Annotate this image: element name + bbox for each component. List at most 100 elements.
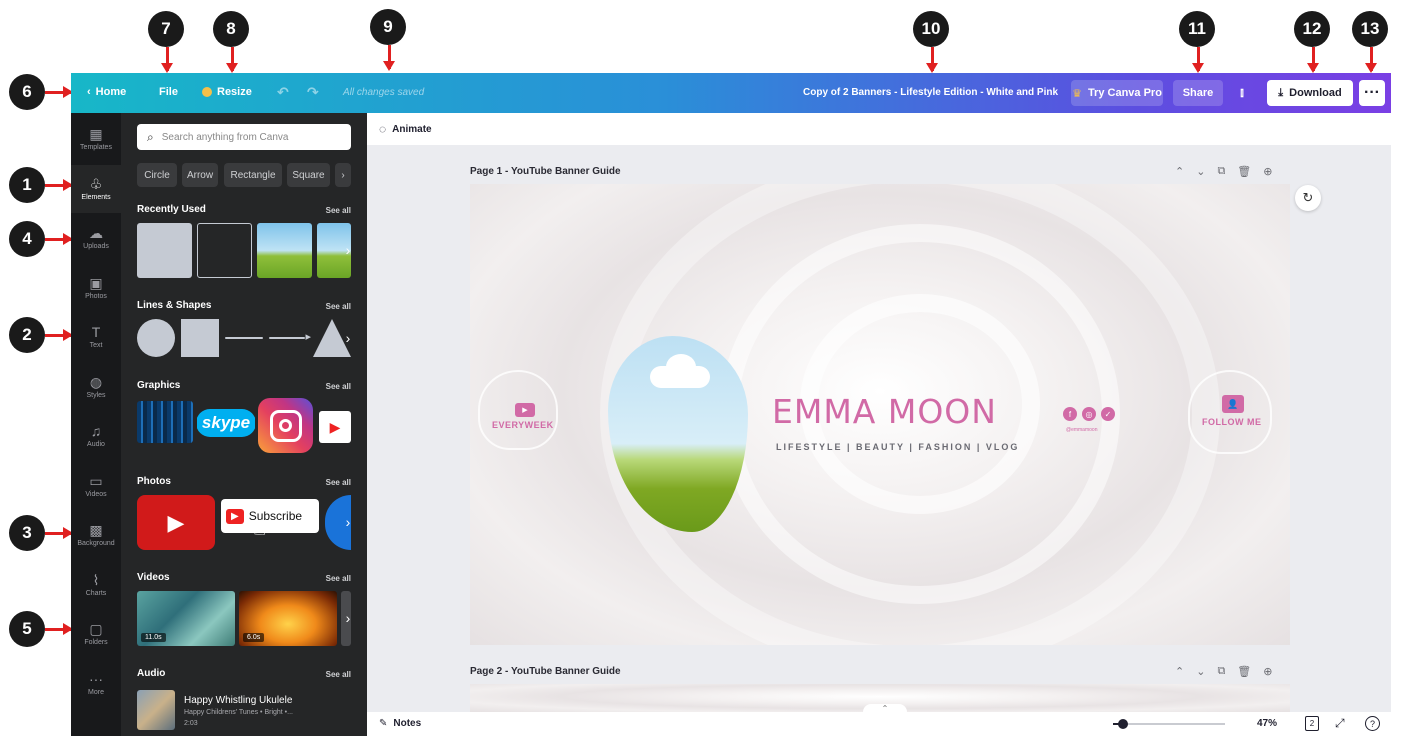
- move-up-icon[interactable]: ⌃: [1175, 165, 1184, 178]
- rail-item-elements[interactable]: ♧ Elements: [71, 164, 121, 213]
- try-canva-pro-button[interactable]: ♛ Try Canva Pro: [1071, 80, 1163, 106]
- page-1-canvas[interactable]: ▶ EVERYWEEK EMMA MOON LIFESTYLE | BEAUTY…: [470, 184, 1290, 645]
- page-1-title[interactable]: Page 1 - YouTube Banner Guide: [470, 166, 621, 177]
- arrowhead-icon: ▸: [305, 331, 311, 343]
- animate-button[interactable]: ◌ Animate: [379, 122, 432, 136]
- rail-item-styles[interactable]: ◍ Styles: [71, 363, 121, 411]
- move-down-icon[interactable]: ⌄: [1196, 665, 1205, 678]
- zoom-slider[interactable]: [1113, 719, 1225, 729]
- add-page-icon[interactable]: ⊕: [1263, 165, 1272, 178]
- see-all-lines-shapes[interactable]: See all: [326, 302, 351, 311]
- rail-item-label: Folders: [84, 639, 108, 646]
- charts-icon: ⌇: [92, 571, 100, 588]
- chips-next-button[interactable]: ›: [335, 163, 351, 187]
- banner-tagline[interactable]: LIFESTYLE | BEAUTY | FASHION | VLOG: [776, 442, 1019, 452]
- see-all-graphics[interactable]: See all: [326, 382, 351, 391]
- page-count-button[interactable]: 2: [1305, 716, 1319, 731]
- banner-name[interactable]: EMMA MOON: [772, 392, 997, 431]
- add-page-icon[interactable]: ⊕: [1263, 665, 1272, 678]
- undo-button[interactable]: ↶: [277, 84, 289, 101]
- duplicate-page-icon[interactable]: ⧉: [1217, 165, 1225, 178]
- search-input[interactable]: ⌕ Search anything from Canva: [137, 124, 351, 150]
- chip-square[interactable]: Square: [287, 163, 330, 187]
- rail-item-text[interactable]: T Text: [71, 313, 121, 361]
- refresh-design-button[interactable]: ↻: [1295, 185, 1321, 211]
- photo-subscribe-button[interactable]: ▶ Subscribe: [221, 499, 319, 533]
- section-graphics: Graphics: [137, 380, 181, 391]
- rail-item-audio[interactable]: ♫ Audio: [71, 412, 121, 460]
- section-lines-shapes: Lines & Shapes: [137, 300, 212, 311]
- download-button[interactable]: ⤓ Download: [1267, 80, 1353, 106]
- page-2-title[interactable]: Page 2 - YouTube Banner Guide: [470, 666, 621, 677]
- shape-arrow-line[interactable]: ▸: [269, 331, 311, 343]
- rail-item-charts[interactable]: ⌇ Charts: [71, 561, 121, 609]
- shape-square[interactable]: [181, 319, 219, 357]
- photo-youtube-button[interactable]: ▶: [137, 495, 215, 550]
- rail-item-label: Photos: [85, 292, 107, 300]
- graphic-tech-circuit[interactable]: [137, 401, 193, 443]
- insights-button[interactable]: ⫾: [1229, 80, 1255, 106]
- recent-outline-square[interactable]: [197, 223, 252, 278]
- rail-item-more[interactable]: ··· More: [71, 660, 121, 708]
- shape-line[interactable]: [225, 337, 263, 339]
- rail-item-videos[interactable]: ▭ Videos: [71, 462, 121, 510]
- see-all-recently-used[interactable]: See all: [326, 206, 351, 215]
- zoom-slider-thumb[interactable]: [1118, 719, 1129, 729]
- rail-item-photos[interactable]: ▣ Photos: [71, 264, 121, 312]
- resize-button[interactable]: Resize: [202, 86, 252, 98]
- audio-track-subtitle: Happy Childrens' Tunes • Bright •...: [184, 709, 293, 716]
- more-options-button[interactable]: ···: [1359, 80, 1385, 106]
- recent-gray-square[interactable]: [137, 223, 192, 278]
- uploads-icon: ☁: [89, 225, 103, 241]
- page-2-tools: ⌃ ⌄ ⧉ 🗑 ⊕: [1175, 665, 1272, 678]
- document-title[interactable]: Copy of 2 Banners - Lifestyle Edition - …: [803, 87, 1058, 98]
- callout-9-arrow: [383, 45, 395, 71]
- chip-rectangle[interactable]: Rectangle: [224, 163, 282, 187]
- save-status: All changes saved: [343, 87, 425, 98]
- audio-track-cover[interactable]: [137, 690, 175, 730]
- zoom-level[interactable]: 47%: [1257, 718, 1277, 729]
- file-menu-button[interactable]: File: [159, 86, 178, 98]
- show-pages-toggle[interactable]: ⌃: [863, 704, 907, 716]
- delete-page-icon[interactable]: 🗑: [1237, 165, 1251, 178]
- photos-next[interactable]: ›: [341, 511, 355, 533]
- graphic-skype-logo[interactable]: skype: [197, 403, 255, 443]
- shape-circle[interactable]: [137, 319, 175, 357]
- rail-item-folders[interactable]: ▢ Folders: [71, 610, 121, 658]
- video-thumb-fire[interactable]: 6.0s: [239, 591, 337, 646]
- help-button[interactable]: ?: [1365, 716, 1380, 731]
- notes-button[interactable]: ✎ Notes: [379, 718, 421, 729]
- home-button[interactable]: ‹ Home: [87, 86, 126, 98]
- videos-icon: ▭: [89, 472, 103, 489]
- video-thumb-water[interactable]: 11.0s: [137, 591, 235, 646]
- see-all-audio[interactable]: See all: [326, 670, 351, 679]
- rail-item-background[interactable]: ▩ Background: [71, 511, 121, 559]
- redo-button[interactable]: ↷: [307, 84, 319, 101]
- see-all-photos[interactable]: See all: [326, 478, 351, 487]
- animate-icon: ◌: [379, 122, 387, 136]
- graphic-instagram-logo[interactable]: [258, 398, 313, 453]
- audio-track-duration: 2:03: [184, 720, 198, 727]
- move-up-icon[interactable]: ⌃: [1175, 665, 1184, 678]
- lines-shapes-next[interactable]: ›: [341, 327, 355, 349]
- duplicate-page-icon[interactable]: ⧉: [1217, 665, 1225, 678]
- callout-13-arrow: [1365, 47, 1377, 73]
- rail-item-label: Videos: [85, 490, 107, 498]
- share-button[interactable]: Share: [1173, 80, 1223, 106]
- rail-item-templates[interactable]: ▦ Templates: [71, 115, 121, 163]
- move-down-icon[interactable]: ⌄: [1196, 165, 1205, 178]
- rail-item-uploads[interactable]: ☁ Uploads: [71, 214, 121, 262]
- recently-used-next[interactable]: ›: [341, 239, 355, 261]
- redo-icon: ↷: [307, 84, 319, 100]
- videos-next[interactable]: ›: [341, 607, 355, 629]
- graphics-next[interactable]: ›: [341, 415, 355, 437]
- photos-icon: ▣: [89, 274, 103, 291]
- recent-landscape-frame[interactable]: [257, 223, 312, 278]
- see-all-videos[interactable]: See all: [326, 574, 351, 583]
- fullscreen-button[interactable]: ⤢: [1335, 716, 1345, 731]
- audio-track-title[interactable]: Happy Whistling Ukulele: [184, 695, 292, 706]
- chip-arrow[interactable]: Arrow: [182, 163, 218, 187]
- chip-circle[interactable]: Circle: [137, 163, 177, 187]
- delete-page-icon[interactable]: 🗑: [1237, 665, 1251, 678]
- play-icon: ▶: [167, 509, 185, 535]
